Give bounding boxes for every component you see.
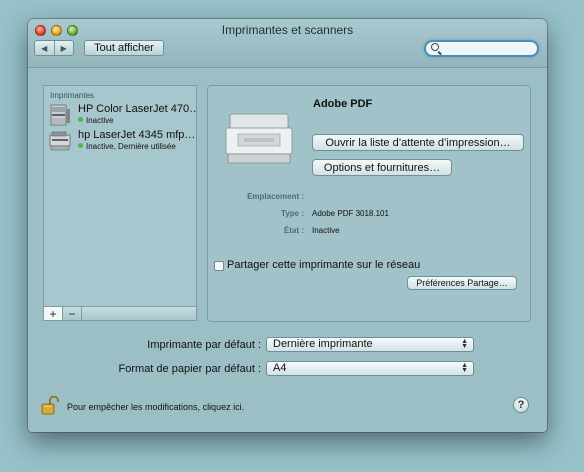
- printer-large-icon: [225, 113, 293, 164]
- status-dot-icon: [78, 143, 83, 148]
- back-forward-group: ◀ ▶: [34, 40, 74, 56]
- forward-button[interactable]: ▶: [53, 41, 74, 55]
- location-label: Emplacement :: [247, 192, 304, 201]
- window-title: Imprimantes et scanners: [221, 23, 354, 37]
- default-printer-label: Imprimante par défaut :: [147, 339, 261, 351]
- state-value: Inactive: [312, 226, 340, 235]
- status-dot-icon: [78, 117, 83, 122]
- preferences-window: Imprimantes et scanners ◀ ▶ Tout affiche…: [28, 19, 547, 432]
- share-printer-label[interactable]: Partager cette imprimante sur le réseau: [227, 259, 420, 271]
- printer-list-buttons: + −: [43, 306, 197, 321]
- remove-printer-button[interactable]: −: [63, 307, 82, 320]
- paper-size-select[interactable]: A4 ▲ ▼: [266, 361, 474, 376]
- printer-list-header: Imprimantes: [50, 91, 95, 100]
- lock-open-icon[interactable]: [41, 396, 59, 415]
- printer-status: Inactive, Dernière utilisée: [78, 142, 176, 151]
- options-supplies-button[interactable]: Options et fournitures…: [312, 159, 452, 176]
- state-label: État :: [284, 226, 304, 235]
- select-arrows-icon: ▲ ▼: [461, 338, 468, 350]
- paper-size-value: A4: [273, 362, 287, 374]
- show-all-button[interactable]: Tout afficher: [84, 40, 164, 56]
- printer-name: hp LaserJet 4345 mfp…: [78, 129, 196, 141]
- search-input[interactable]: [424, 40, 539, 57]
- type-value: Adobe PDF 3018.101: [312, 209, 389, 218]
- sharing-preferences-button[interactable]: Préférences Partage…: [407, 276, 517, 290]
- share-printer-checkbox[interactable]: [214, 261, 224, 271]
- printer-detail-panel: Adobe PDF Ouvrir la liste d’attente d’im…: [207, 85, 531, 322]
- lock-hint-text: Pour empêcher les modifications, cliquez…: [67, 402, 245, 412]
- add-printer-button[interactable]: +: [44, 307, 63, 320]
- color-laser-printer-icon: [50, 104, 70, 126]
- printer-status: Inactive: [78, 116, 114, 125]
- printer-list-item[interactable]: hp LaserJet 4345 mfp… Inactive, Dernière…: [44, 128, 196, 154]
- select-arrows-icon: ▲ ▼: [461, 362, 468, 374]
- printer-name: HP Color LaserJet 470…: [78, 103, 196, 115]
- printer-list: Imprimantes HP Color LaserJet 470… Inact…: [43, 85, 197, 307]
- back-button[interactable]: ◀: [35, 41, 54, 55]
- selected-printer-name: Adobe PDF: [313, 98, 373, 110]
- default-printer-select[interactable]: Dernière imprimante ▲ ▼: [266, 337, 474, 352]
- printer-list-item[interactable]: HP Color LaserJet 470… Inactive: [44, 102, 196, 128]
- mfp-printer-icon: [49, 131, 71, 151]
- search-icon: [431, 43, 439, 51]
- paper-size-label: Format de papier par défaut :: [118, 363, 261, 375]
- default-printer-value: Dernière imprimante: [273, 338, 373, 350]
- title-bar: Imprimantes et scanners ◀ ▶ Tout affiche…: [28, 19, 547, 68]
- open-print-queue-button[interactable]: Ouvrir la liste d’attente d’impression…: [312, 134, 524, 151]
- type-label: Type :: [281, 209, 304, 218]
- help-button[interactable]: ?: [513, 397, 529, 413]
